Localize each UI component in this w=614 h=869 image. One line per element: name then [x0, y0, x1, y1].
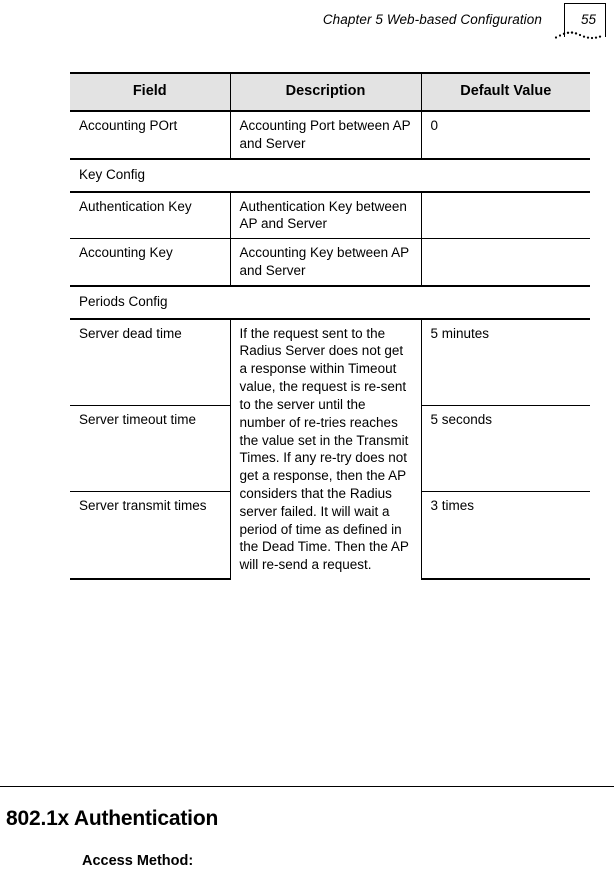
table-row: Accounting Key Accounting Key between AP…	[70, 238, 590, 286]
dotted-arc-icon	[554, 31, 602, 40]
cell-field: Server timeout time	[70, 405, 231, 493]
cell-field: Authentication Key	[70, 191, 231, 240]
column-header-field: Field	[70, 71, 231, 113]
table-row: Authentication Key Authentication Key be…	[70, 191, 590, 240]
cell-field: Server transmit times	[70, 491, 231, 581]
cell-default-value: 5 seconds	[421, 405, 590, 493]
cell-description: Accounting Port between AP and Server	[230, 111, 422, 159]
cell-default-value	[421, 191, 590, 240]
table-row: Server dead time If the request sent to …	[70, 318, 590, 579]
page-heading-802-1x: 802.1x Authentication	[6, 807, 219, 831]
table-header-row: Field Description Default Value	[70, 71, 590, 113]
cell-default-value: 0	[430, 118, 439, 134]
section-label: Periods Config	[70, 284, 590, 320]
cell-field: Accounting POrt	[70, 111, 231, 159]
cell-description: Accounting Key between AP and Server	[230, 238, 422, 286]
cell-field: Accounting Key	[70, 238, 231, 286]
radius-settings-table: Field Description Default Value Accounti…	[70, 71, 590, 581]
page-running-header: Chapter 5 Web-based Configuration 55	[0, 0, 614, 48]
cell-field: Server dead time	[70, 318, 231, 407]
cell-default-value	[421, 239, 590, 286]
section-divider-rule	[0, 786, 614, 787]
column-header-description: Description	[230, 71, 422, 113]
subheading-access-method: Access Method:	[82, 853, 194, 869]
column-header-default-value: Default Value	[421, 71, 590, 113]
cell-description: Authentication Key between AP and Server	[230, 191, 422, 240]
cell-description-merged: If the request sent to the Radius Server…	[230, 318, 422, 579]
page-number: 55	[580, 12, 596, 27]
cell-default-value: 5 minutes	[421, 318, 590, 407]
section-label: Key Config	[70, 157, 590, 193]
table-row: Accounting POrt Accounting Port between …	[70, 111, 590, 159]
table-section-row: Key Config	[70, 157, 590, 193]
table-section-row: Periods Config	[70, 284, 590, 320]
cell-default-value: 3 times	[421, 491, 590, 581]
chapter-title: Chapter 5 Web-based Configuration	[322, 12, 542, 27]
